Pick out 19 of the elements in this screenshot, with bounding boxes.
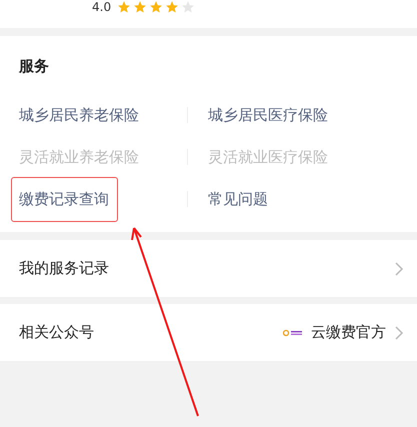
service-link[interactable]: 城乡居民医疗保险	[208, 106, 328, 124]
chevron-icon	[394, 324, 404, 340]
section-title: 服务	[19, 56, 50, 76]
chevron-icon	[394, 260, 404, 276]
list-row[interactable]: 相关公众号 云缴费官方	[0, 304, 417, 361]
row-label: 我的服务记录	[19, 259, 110, 278]
star-icon	[117, 0, 132, 14]
list-row[interactable]: 我的服务记录	[0, 240, 417, 297]
row-value: 云缴费官方	[311, 323, 386, 342]
star-icon	[181, 0, 196, 14]
star-icon	[165, 0, 180, 14]
star-icon	[133, 0, 148, 14]
logo-icon	[283, 328, 303, 336]
service-link[interactable]: 常见问题	[208, 190, 268, 208]
row-label: 相关公众号	[19, 323, 95, 342]
star-icon	[149, 0, 164, 14]
rating-score: 4.0	[92, 1, 112, 14]
service-link[interactable]: 城乡居民养老保险	[19, 106, 139, 124]
service-link[interactable]: 缴费记录查询	[12, 178, 117, 220]
